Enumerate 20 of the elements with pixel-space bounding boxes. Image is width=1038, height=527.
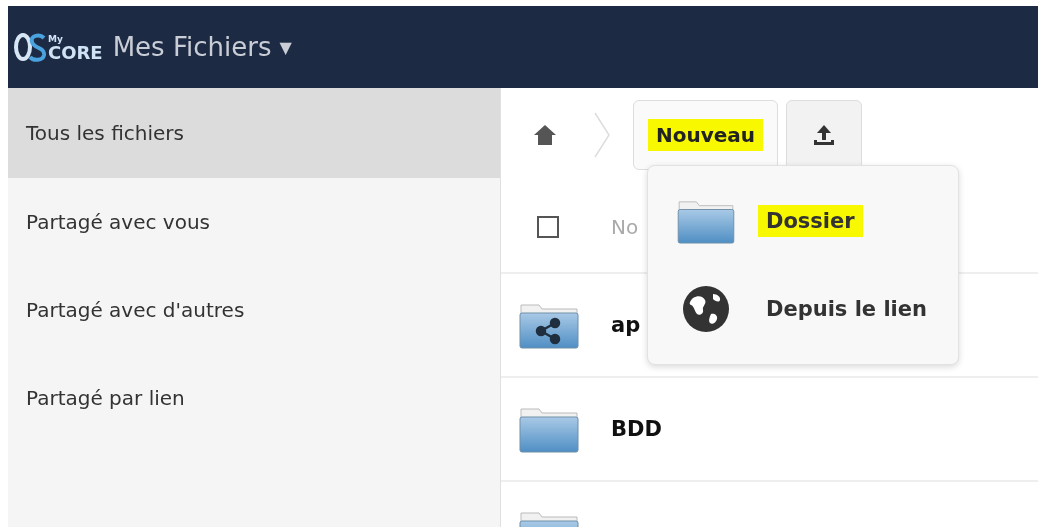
home-icon[interactable]	[533, 124, 557, 146]
shared-folder-icon	[519, 301, 579, 349]
app-title[interactable]: Mes Fichiers	[112, 32, 272, 62]
upload-icon	[812, 123, 837, 147]
file-name[interactable]: ap	[611, 313, 641, 337]
sidebar-item[interactable]: Partagé avec vous	[8, 178, 500, 266]
sidebar-item[interactable]: Tous les fichiers	[8, 88, 500, 178]
menu-item[interactable]: Depuis le lien	[648, 265, 958, 353]
chevron-icon	[593, 111, 611, 159]
dropdown-caret[interactable]: ▼	[279, 37, 292, 57]
sidebar-item[interactable]: Partagé avec d'autres	[8, 266, 500, 354]
folder-icon	[519, 405, 579, 453]
file-name[interactable]: BDD	[611, 417, 662, 441]
menu-item[interactable]: Dossier	[648, 177, 958, 265]
sidebar-item[interactable]: Partagé par lien	[8, 354, 500, 442]
select-all-checkbox[interactable]	[537, 216, 559, 238]
new-button[interactable]: Nouveau	[633, 100, 779, 170]
globe-icon	[681, 284, 731, 334]
logo: My CORE	[14, 32, 103, 62]
folder-icon	[676, 198, 736, 244]
